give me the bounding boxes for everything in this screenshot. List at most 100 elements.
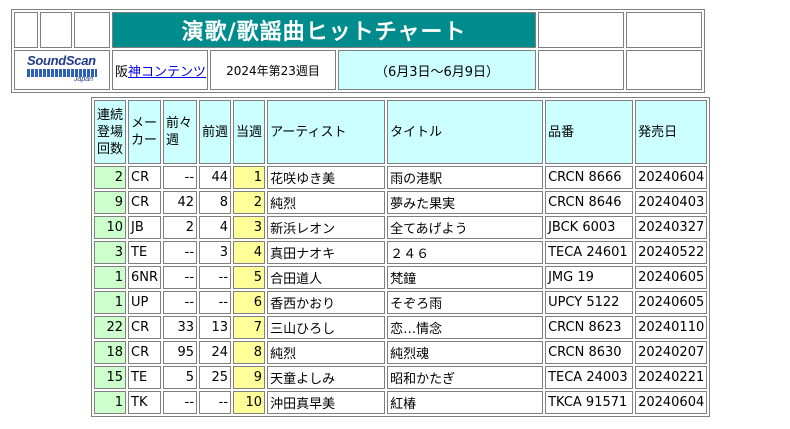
table-row: 9 CR 42 8 2 純烈 夢みた果実 CRCN 8646 20240403	[94, 191, 708, 214]
table-row: 1 6NR -- -- 5 合田道人 梵鐘 JMG 19 20240605	[94, 266, 708, 289]
chart-title: 演歌/歌謡曲ヒットチャート	[112, 12, 536, 48]
cell-prev: 13	[199, 316, 232, 339]
cell-current-rank: 4	[233, 241, 266, 264]
cell-prev2: --	[163, 241, 198, 264]
cell-current-rank: 8	[233, 341, 266, 364]
cell-maker: TK	[128, 391, 162, 414]
cell-prev: --	[199, 266, 232, 289]
soundscan-logo-cell: SoundScan Japan	[14, 50, 110, 90]
cell-prev2: 5	[163, 366, 198, 389]
hit-chart-table: 連続登場回数 メーカー 前々週 前週 当週 アーティスト タイトル 品番 発売日…	[91, 97, 711, 417]
col-streak: 連続登場回数	[94, 100, 126, 164]
cell-artist: 合田道人	[267, 266, 386, 289]
cell-title: 梵鐘	[387, 266, 544, 289]
cell-maker: CR	[128, 191, 162, 214]
cell-release: 20240327	[635, 216, 708, 239]
col-current: 当週	[233, 100, 266, 164]
cell-prev: 8	[199, 191, 232, 214]
cell-maker: CR	[128, 316, 162, 339]
cell-streak: 15	[94, 366, 126, 389]
col-catalog: 品番	[545, 100, 634, 164]
cell-maker: TE	[128, 366, 162, 389]
col-title: タイトル	[387, 100, 544, 164]
cell-current-rank: 2	[233, 191, 266, 214]
cell-release: 20240221	[635, 366, 708, 389]
cell-release: 20240605	[635, 266, 708, 289]
cell-prev2: --	[163, 291, 198, 314]
cell-title: 昭和かたぎ	[387, 366, 544, 389]
cell-artist: 天童よしみ	[267, 366, 386, 389]
cell-maker: JB	[128, 216, 162, 239]
cell-release: 20240604	[635, 166, 708, 189]
table-header-row: 連続登場回数 メーカー 前々週 前週 当週 アーティスト タイトル 品番 発売日	[94, 100, 708, 164]
cell-maker: TE	[128, 241, 162, 264]
cell-current-rank: 10	[233, 391, 266, 414]
table-row: 1 UP -- -- 6 香西かおり そぞろ雨 UPCY 5122 20240605	[94, 291, 708, 314]
cell-title: 恋…情念	[387, 316, 544, 339]
cell-current-rank: 5	[233, 266, 266, 289]
cell-catalog: CRCN 8666	[545, 166, 634, 189]
cell-release: 20240403	[635, 191, 708, 214]
cell-artist: 沖田真早美	[267, 391, 386, 414]
cell-prev2: --	[163, 391, 198, 414]
cell-catalog: TKCA 91571	[545, 391, 634, 414]
cell-prev: 24	[199, 341, 232, 364]
header-blank-cell	[14, 12, 38, 48]
cell-title: 純烈魂	[387, 341, 544, 364]
cell-prev2: 33	[163, 316, 198, 339]
table-row: 22 CR 33 13 7 三山ひろし 恋…情念 CRCN 8623 20240110	[94, 316, 708, 339]
cell-current-rank: 9	[233, 366, 266, 389]
cell-title: 夢みた果実	[387, 191, 544, 214]
cell-artist: 花咲ゆき美	[267, 166, 386, 189]
header-blank-cell	[74, 12, 110, 48]
cell-prev: 44	[199, 166, 232, 189]
cell-current-rank: 7	[233, 316, 266, 339]
company-link[interactable]: 神コンテンツ	[128, 65, 206, 80]
cell-maker: UP	[128, 291, 162, 314]
col-artist: アーティスト	[267, 100, 386, 164]
table-row: 1 TK -- -- 10 沖田真早美 紅椿 TKCA 91571 20240604	[94, 391, 708, 414]
cell-streak: 22	[94, 316, 126, 339]
table-row: 18 CR 95 24 8 純烈 純烈魂 CRCN 8630 20240207	[94, 341, 708, 364]
cell-title: そぞろ雨	[387, 291, 544, 314]
cell-streak: 1	[94, 266, 126, 289]
col-prev: 前週	[199, 100, 232, 164]
cell-prev: --	[199, 291, 232, 314]
cell-catalog: UPCY 5122	[545, 291, 634, 314]
soundscan-logo: SoundScan Japan	[25, 52, 99, 84]
cell-maker: CR	[128, 166, 162, 189]
cell-prev: 3	[199, 241, 232, 264]
header-blank-cell	[626, 12, 702, 48]
cell-catalog: CRCN 8630	[545, 341, 634, 364]
cell-artist: 三山ひろし	[267, 316, 386, 339]
table-row: 2 CR -- 44 1 花咲ゆき美 雨の港駅 CRCN 8666 20240604	[94, 166, 708, 189]
header-blank-cell	[538, 50, 624, 90]
company-prefix: 阪	[115, 64, 129, 80]
week-label: 2024年第23週目	[210, 50, 336, 90]
header-blank-cell	[538, 12, 624, 48]
header-blank-cell	[626, 50, 702, 90]
cell-streak: 1	[94, 291, 126, 314]
cell-current-rank: 1	[233, 166, 266, 189]
cell-streak: 18	[94, 341, 126, 364]
cell-release: 20240110	[635, 316, 708, 339]
cell-artist: 真田ナオキ	[267, 241, 386, 264]
cell-title: 紅椿	[387, 391, 544, 414]
cell-catalog: TECA 24601	[545, 241, 634, 264]
cell-prev: --	[199, 391, 232, 414]
logo-sub-text: Japan	[73, 76, 93, 83]
cell-streak: 1	[94, 391, 126, 414]
cell-streak: 3	[94, 241, 126, 264]
cell-maker: 6NR	[128, 266, 162, 289]
cell-catalog: CRCN 8623	[545, 316, 634, 339]
cell-catalog: CRCN 8646	[545, 191, 634, 214]
table-row: 10 JB 2 4 3 新浜レオン 全てあげよう JBCK 6003 20240327	[94, 216, 708, 239]
cell-prev2: 42	[163, 191, 198, 214]
header-blank-cell	[40, 12, 72, 48]
cell-prev: 4	[199, 216, 232, 239]
cell-current-rank: 3	[233, 216, 266, 239]
cell-artist: 純烈	[267, 341, 386, 364]
cell-catalog: JBCK 6003	[545, 216, 634, 239]
cell-catalog: TECA 24003	[545, 366, 634, 389]
cell-current-rank: 6	[233, 291, 266, 314]
